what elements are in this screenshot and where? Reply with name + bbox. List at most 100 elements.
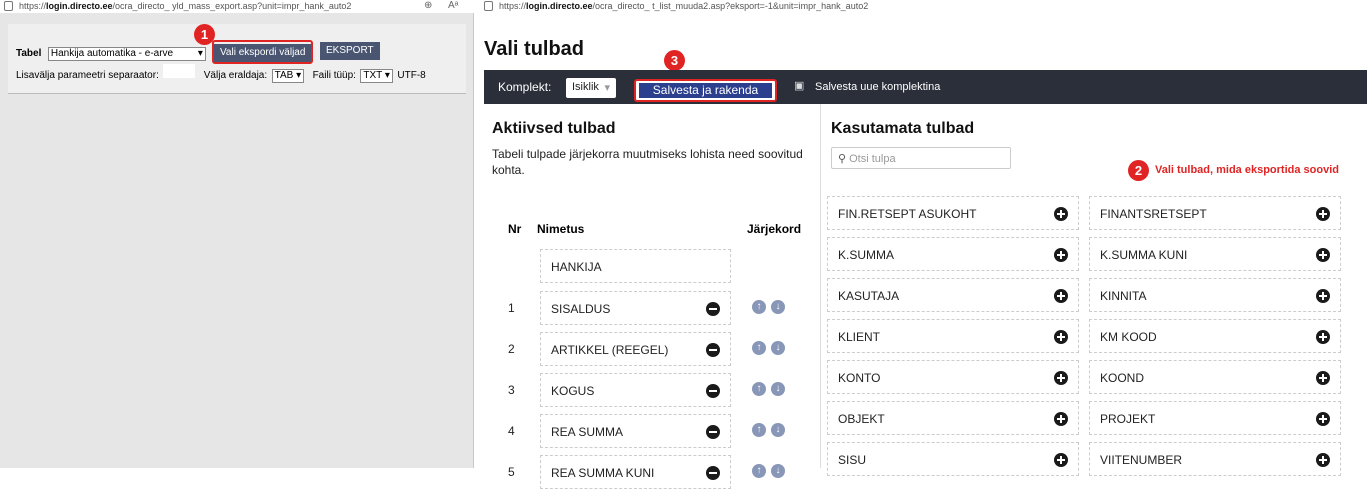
eraldaja-label: Välja eraldaja: [203, 70, 268, 81]
add-icon[interactable] [1316, 453, 1330, 467]
read-aloud-icon[interactable]: Aᵃ [448, 0, 458, 11]
unused-item-label: KLIENT [838, 330, 881, 344]
search-icon: ⚲ [838, 153, 847, 165]
eraldaja-select[interactable]: TAB ▾ [271, 69, 305, 83]
row-number: 1 [508, 301, 515, 315]
active-item-label: KOGUS [551, 384, 595, 398]
unused-item-label: KINNITA [1100, 289, 1147, 303]
left-address-bar[interactable]: https://login.directo.ee/ocra_directo_ y… [4, 1, 351, 11]
unused-item[interactable]: KINNITA [1089, 278, 1341, 312]
unused-item[interactable]: FIN.RETSEPT ASUKOHT [827, 196, 1079, 230]
remove-icon[interactable] [706, 384, 720, 398]
vali-ekspordi-valjad-button[interactable]: Vali ekspordi väljad [214, 44, 312, 62]
add-icon[interactable] [1316, 371, 1330, 385]
chevron-down-icon: ▾ [384, 70, 390, 81]
add-icon[interactable] [1316, 412, 1330, 426]
tabel-row: Tabel Hankija automatika - e-arve ▾ [16, 43, 206, 61]
col-nr-header: Nr [508, 222, 522, 236]
active-item-fixed[interactable]: HANKIJA [540, 249, 731, 283]
vali-ekspordi-valjad-highlight: Vali ekspordi väljad [212, 40, 314, 64]
move-down-icon[interactable]: ↓ [771, 464, 785, 478]
unused-item-label: VIITENUMBER [1100, 453, 1183, 467]
salvesta-uue-komplektina-link[interactable]: Salvesta uue komplektina [815, 81, 940, 93]
unused-item-label: FINANTSRETSEPT [1100, 207, 1207, 221]
move-up-icon[interactable]: ↑ [752, 341, 766, 355]
remove-icon[interactable] [706, 343, 720, 357]
move-down-icon[interactable]: ↓ [771, 423, 785, 437]
floppy-disk-icon: ▣ [794, 80, 805, 92]
remove-icon[interactable] [706, 302, 720, 316]
komplekt-select[interactable]: Isiklik ▾ [566, 78, 616, 98]
page-title: Vali tulbad [484, 38, 585, 60]
unused-item[interactable]: SISU [827, 442, 1079, 476]
right-address-bar[interactable]: https://login.directo.ee/ocra_directo_ t… [484, 1, 868, 11]
unused-item[interactable]: KM KOOD [1089, 319, 1341, 353]
active-item[interactable]: KOGUS [540, 373, 731, 407]
move-up-icon[interactable]: ↑ [752, 423, 766, 437]
active-item[interactable]: SISALDUS [540, 291, 731, 325]
step-badge-3: 3 [664, 50, 685, 71]
chevron-down-icon: ▾ [296, 70, 302, 81]
failituup-select[interactable]: TXT ▾ [360, 69, 393, 83]
add-icon[interactable] [1054, 248, 1068, 262]
move-down-icon[interactable]: ↓ [771, 300, 785, 314]
add-icon[interactable] [1316, 248, 1330, 262]
separator-input[interactable] [163, 64, 196, 78]
move-up-icon[interactable]: ↑ [752, 300, 766, 314]
unused-item[interactable]: K.SUMMA [827, 237, 1079, 271]
add-icon[interactable] [1054, 289, 1068, 303]
active-item[interactable]: REA SUMMA KUNI [540, 455, 731, 489]
unused-item[interactable]: KONTO [827, 360, 1079, 394]
row-number: 4 [508, 424, 515, 438]
options-row: Lisavälja parameetri separaator: Välja e… [16, 64, 426, 83]
zoom-icon[interactable]: ⊕ [424, 0, 432, 11]
add-icon[interactable] [1316, 289, 1330, 303]
tabel-select[interactable]: Hankija automatika - e-arve ▾ [47, 47, 206, 61]
unused-item[interactable]: KASUTAJA [827, 278, 1079, 312]
move-down-icon[interactable]: ↓ [771, 382, 785, 396]
add-icon[interactable] [1054, 207, 1068, 221]
unused-item-label: FIN.RETSEPT ASUKOHT [838, 207, 977, 221]
unused-item[interactable]: KOOND [1089, 360, 1341, 394]
lock-icon [484, 1, 493, 11]
unused-item-label: K.SUMMA KUNI [1100, 248, 1188, 262]
col-jarjekord-header: Järjekord [747, 222, 802, 236]
unused-item[interactable]: K.SUMMA KUNI [1089, 237, 1341, 271]
add-icon[interactable] [1054, 453, 1068, 467]
unused-item-label: K.SUMMA [838, 248, 895, 262]
unused-item-label: KM KOOD [1100, 330, 1157, 344]
unused-item-label: OBJEKT [838, 412, 885, 426]
unused-item-label: SISU [838, 453, 867, 467]
step-badge-2: 2 [1128, 160, 1149, 181]
remove-icon[interactable] [706, 466, 720, 480]
unused-item[interactable]: FINANTSRETSEPT [1089, 196, 1341, 230]
save-apply-highlight: Salvesta ja rakenda [634, 79, 777, 102]
encoding-text: UTF-8 [397, 70, 426, 81]
move-up-icon[interactable]: ↑ [752, 464, 766, 478]
hint-text: Vali tulbad, mida eksportida soovid [1155, 164, 1339, 176]
unused-item[interactable]: OBJEKT [827, 401, 1079, 435]
add-icon[interactable] [1054, 371, 1068, 385]
add-icon[interactable] [1316, 207, 1330, 221]
remove-icon[interactable] [706, 425, 720, 439]
active-item[interactable]: REA SUMMA [540, 414, 731, 448]
active-item[interactable]: ARTIKKEL (REEGEL) [540, 332, 731, 366]
row-number: 3 [508, 383, 515, 397]
move-down-icon[interactable]: ↓ [771, 341, 785, 355]
unused-item[interactable]: VIITENUMBER [1089, 442, 1341, 476]
search-input[interactable]: ⚲ Otsi tulpa [831, 147, 1011, 169]
eksport-button[interactable]: EKSPORT [320, 42, 380, 60]
separator-label: Lisavälja parameetri separaator: [16, 70, 159, 81]
unused-item[interactable]: PROJEKT [1089, 401, 1341, 435]
add-icon[interactable] [1316, 330, 1330, 344]
add-icon[interactable] [1054, 412, 1068, 426]
unused-item[interactable]: KLIENT [827, 319, 1079, 353]
toolbar: Komplekt: Isiklik ▾ Salvesta ja rakenda ▣… [484, 70, 1367, 104]
salvesta-ja-rakenda-button[interactable]: Salvesta ja rakenda [639, 83, 772, 98]
export-form: Tabel Hankija automatika - e-arve ▾ Vali … [8, 24, 466, 94]
move-up-icon[interactable]: ↑ [752, 382, 766, 396]
chevron-down-icon: ▾ [604, 82, 610, 94]
add-icon[interactable] [1054, 330, 1068, 344]
unused-item-label: PROJEKT [1100, 412, 1156, 426]
failituup-label: Faili tüüp: [312, 70, 356, 81]
